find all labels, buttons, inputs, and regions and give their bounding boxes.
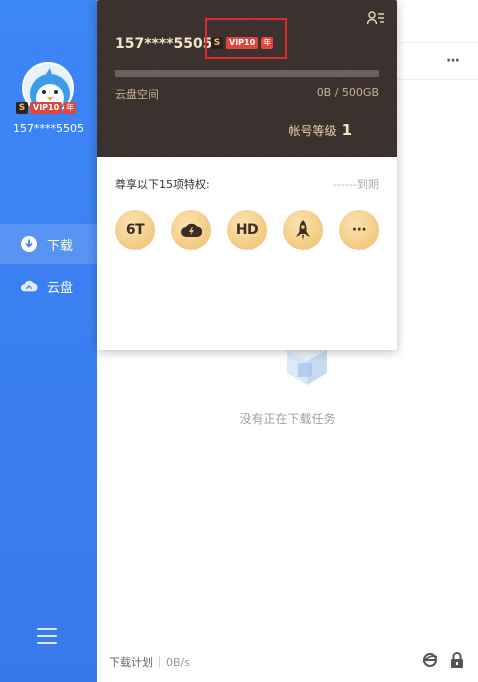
perk-icons: 6T HD ··· xyxy=(115,210,379,250)
year-tag: 年 xyxy=(64,102,77,114)
download-icon xyxy=(20,235,38,253)
rocket-icon[interactable] xyxy=(283,210,323,250)
account-header: 157****5505 S VIP10 年 云盘空间 0B / 500GB 帐号… xyxy=(97,0,397,157)
download-plan-link[interactable]: 下载计划 xyxy=(109,654,153,670)
status-bar: 下载计划 0B/s xyxy=(97,650,478,674)
app-window: S VIP10 年 157****5505 下载 云盘 ··· 没有正在下载任务… xyxy=(0,0,478,682)
6t-perk-icon[interactable]: 6T xyxy=(115,210,155,250)
vip-bolt-icon: S xyxy=(16,102,28,114)
sidebar-item-label: 下载 xyxy=(47,238,74,254)
lock-icon[interactable] xyxy=(450,652,464,668)
level-label: 帐号等级 xyxy=(288,124,337,138)
perks-expire: ------到期 xyxy=(333,178,379,191)
sidebar-item-cloud[interactable]: 云盘 xyxy=(0,266,97,306)
username[interactable]: 157****5505 xyxy=(0,122,97,135)
divider xyxy=(159,656,160,668)
level-value: 1 xyxy=(341,121,352,139)
perks-title: 尊享以下15项特权: xyxy=(115,178,210,191)
fast-cloud-icon[interactable] xyxy=(171,210,211,250)
download-speed: 0B/s xyxy=(166,655,190,669)
sidebar-item-download[interactable]: 下载 xyxy=(0,224,97,264)
account-level: 帐号等级 1 xyxy=(289,121,352,139)
hd-perk-icon[interactable]: HD xyxy=(227,210,267,250)
perk-label: HD xyxy=(235,222,259,238)
profile-card-icon[interactable] xyxy=(367,11,385,25)
browser-icon[interactable] xyxy=(422,652,438,668)
popup-username: 157****5505 xyxy=(115,36,213,52)
perk-label: 6T xyxy=(125,222,145,238)
account-popup: 157****5505 S VIP10 年 云盘空间 0B / 500GB 帐号… xyxy=(97,0,397,350)
highlight-box xyxy=(205,18,287,59)
storage-progress-bar xyxy=(115,70,379,77)
storage-label: 云盘空间 xyxy=(115,88,159,101)
perk-label: ··· xyxy=(351,222,367,238)
more-options-icon[interactable]: ··· xyxy=(446,54,464,68)
vip-level-tag: VIP10 xyxy=(30,102,63,114)
storage-value: 0B / 500GB xyxy=(316,86,379,99)
empty-state-text: 没有正在下载任务 xyxy=(239,412,336,426)
sidebar: S VIP10 年 157****5505 下载 云盘 xyxy=(0,0,97,682)
menu-icon[interactable] xyxy=(37,628,57,644)
vip-badge: S VIP10 年 xyxy=(16,101,77,115)
sidebar-item-label: 云盘 xyxy=(47,280,74,296)
more-perks-icon[interactable]: ··· xyxy=(339,210,379,250)
cloud-icon xyxy=(20,277,38,295)
footer-icons xyxy=(422,652,464,668)
